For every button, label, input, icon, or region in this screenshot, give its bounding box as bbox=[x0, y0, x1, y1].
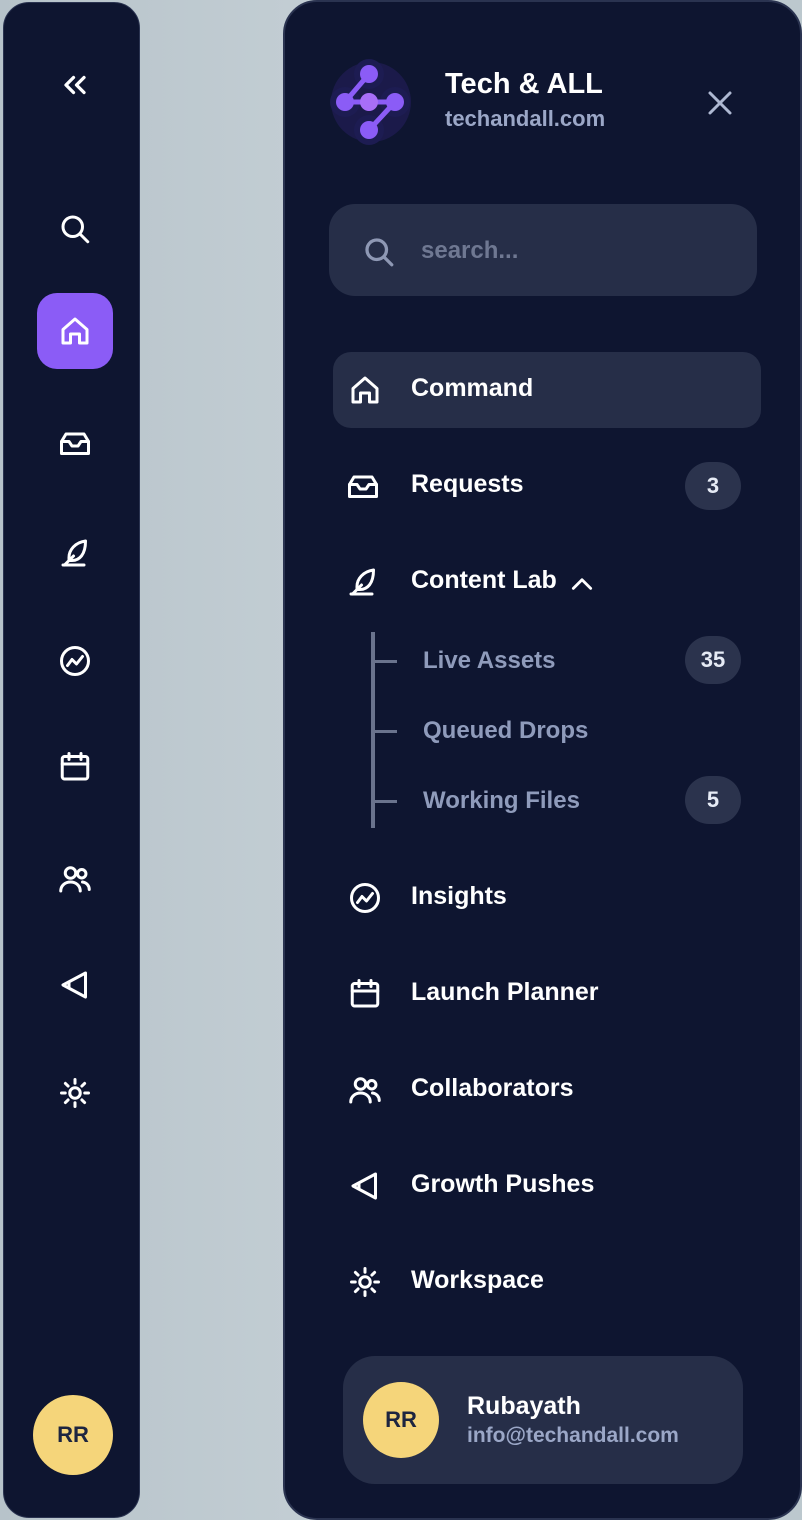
tree-branch bbox=[371, 730, 397, 733]
user-email: info@techandall.com bbox=[467, 1424, 679, 1447]
search-box bbox=[329, 204, 757, 296]
tree-branch bbox=[371, 800, 397, 803]
collapse-icon[interactable] bbox=[37, 47, 113, 123]
rail-sun-icon[interactable] bbox=[37, 1055, 113, 1131]
search-input[interactable] bbox=[419, 228, 723, 274]
nav-item-insights[interactable]: Insights bbox=[333, 860, 761, 936]
chevron-up-icon[interactable] bbox=[569, 572, 595, 594]
collapsed-sidebar: RR bbox=[3, 2, 140, 1518]
rail-inbox-icon[interactable] bbox=[37, 405, 113, 481]
user-profile-card[interactable]: RR Rubayath info@techandall.com bbox=[343, 1356, 743, 1484]
expanded-sidebar: Tech & ALL techandall.com Command Reques… bbox=[283, 0, 802, 1520]
rail-insights-icon[interactable] bbox=[37, 623, 113, 699]
subnav-item-queued-drops[interactable]: Queued Drops bbox=[423, 717, 588, 745]
calendar-icon bbox=[350, 979, 380, 1008]
nav-label-growth-pushes: Growth Pushes bbox=[411, 1170, 595, 1198]
rail-users-icon[interactable] bbox=[37, 841, 113, 917]
nav-item-content-lab[interactable]: Content Lab bbox=[333, 544, 761, 620]
nav-label-launch-planner: Launch Planner bbox=[411, 978, 599, 1006]
feather-icon bbox=[349, 568, 375, 596]
nav-item-workspace[interactable]: Workspace bbox=[333, 1244, 761, 1320]
rail-megaphone-icon[interactable] bbox=[37, 947, 113, 1023]
inbox-icon bbox=[348, 475, 378, 498]
rail-calendar-icon[interactable] bbox=[37, 729, 113, 805]
search-icon bbox=[365, 238, 394, 267]
rail-avatar[interactable]: RR bbox=[33, 1395, 113, 1475]
brand-domain: techandall.com bbox=[445, 106, 606, 131]
rail-search-icon[interactable] bbox=[37, 191, 113, 267]
user-name: Rubayath bbox=[467, 1392, 581, 1420]
nav-item-requests[interactable]: Requests 3 bbox=[333, 448, 761, 524]
tree-branch bbox=[371, 660, 397, 663]
live-assets-count-badge: 35 bbox=[685, 636, 741, 684]
nav-label-insights: Insights bbox=[411, 882, 507, 910]
nav-item-growth-pushes[interactable]: Growth Pushes bbox=[333, 1148, 761, 1224]
avatar: RR bbox=[363, 1382, 439, 1458]
insights-icon bbox=[350, 883, 380, 913]
subnav-item-live-assets[interactable]: Live Assets bbox=[423, 647, 556, 675]
home-icon bbox=[351, 376, 379, 404]
nav-label-collaborators: Collaborators bbox=[411, 1074, 574, 1102]
rail-feather-icon[interactable] bbox=[37, 515, 113, 591]
nav-label-command: Command bbox=[411, 374, 534, 402]
requests-count-badge: 3 bbox=[685, 462, 741, 510]
subnav-item-working-files[interactable]: Working Files bbox=[423, 787, 580, 815]
nav-label-requests: Requests bbox=[411, 470, 524, 498]
close-icon[interactable] bbox=[705, 88, 735, 118]
nav-label-content-lab: Content Lab bbox=[411, 566, 557, 594]
sun-icon bbox=[350, 1267, 380, 1297]
users-icon bbox=[349, 1077, 381, 1104]
nav-label-workspace: Workspace bbox=[411, 1266, 544, 1294]
nav-item-command[interactable]: Command bbox=[333, 352, 761, 428]
megaphone-icon bbox=[351, 1172, 377, 1200]
rail-home-icon[interactable] bbox=[37, 293, 113, 369]
brand-name: Tech & ALL bbox=[445, 68, 603, 100]
working-files-count-badge: 5 bbox=[685, 776, 741, 824]
brand-logo-icon bbox=[330, 59, 411, 145]
nav-item-launch-planner[interactable]: Launch Planner bbox=[333, 956, 761, 1032]
nav-item-collaborators[interactable]: Collaborators bbox=[333, 1052, 761, 1128]
